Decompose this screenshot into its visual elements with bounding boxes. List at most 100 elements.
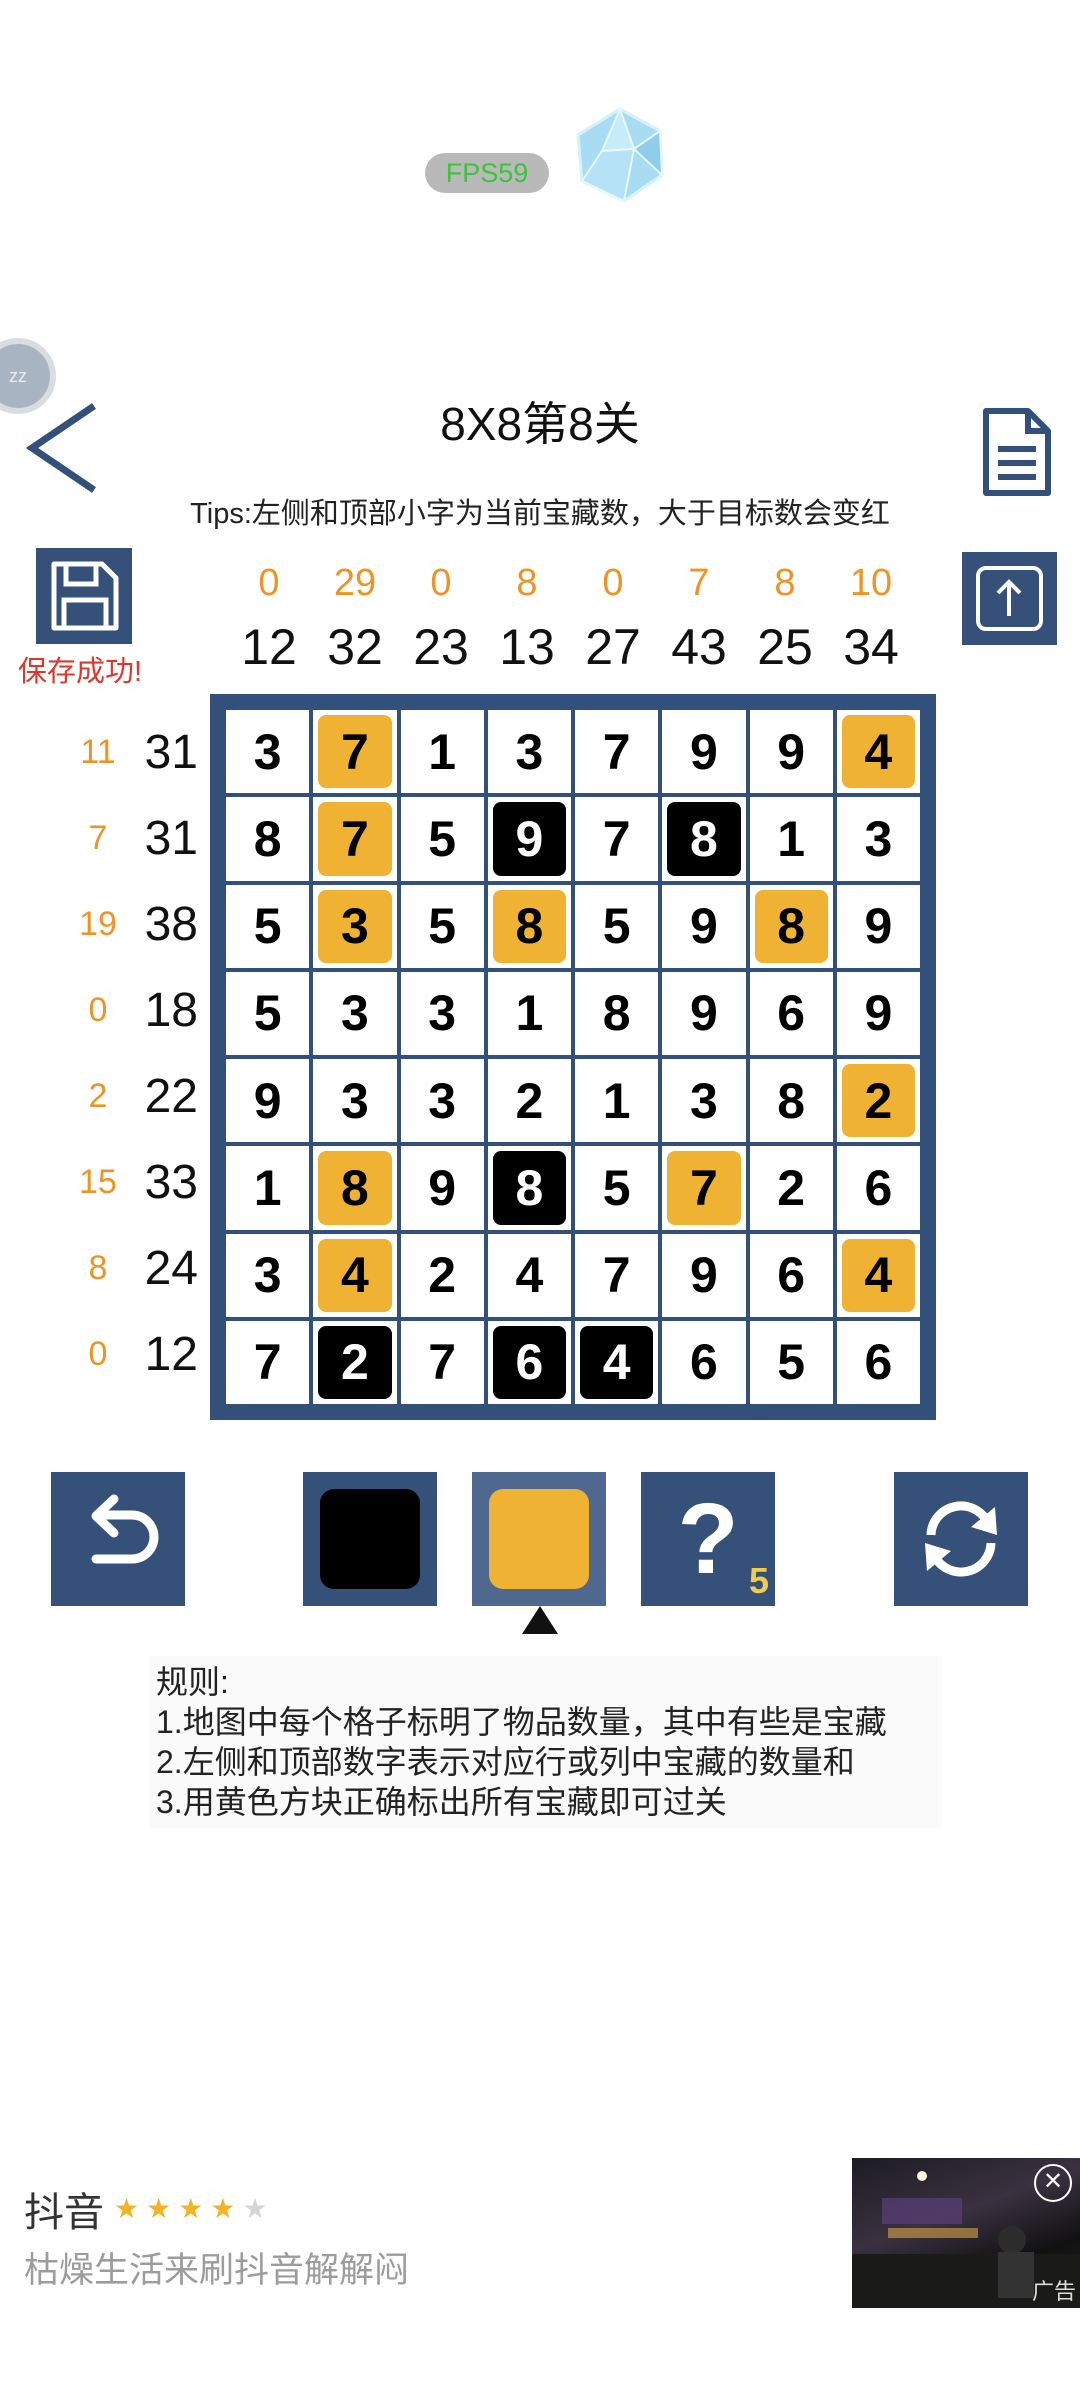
grid-cell[interactable]: 2: [487, 1059, 571, 1143]
treasure-cell[interactable]: 7: [313, 710, 397, 794]
cell-number: 7: [602, 723, 631, 780]
blocked-cell[interactable]: 8: [662, 797, 746, 881]
grid-cell[interactable]: 6: [836, 1320, 920, 1404]
grid-cell[interactable]: 5: [400, 797, 484, 881]
crystal-icon: [572, 105, 668, 205]
cell-number: 4: [864, 723, 893, 780]
column-current-count: 0: [258, 562, 280, 604]
grid-cell[interactable]: 3: [226, 1233, 310, 1317]
treasure-cell[interactable]: 4: [836, 1233, 920, 1317]
grid-cell[interactable]: 5: [575, 884, 659, 968]
grid-cell[interactable]: 9: [662, 710, 746, 794]
grid-cell[interactable]: 9: [836, 971, 920, 1055]
treasure-cell[interactable]: 7: [662, 1146, 746, 1230]
blocked-cell[interactable]: 9: [487, 797, 571, 881]
treasure-cell[interactable]: 2: [836, 1059, 920, 1143]
grid-cell[interactable]: 1: [575, 1059, 659, 1143]
grid-cell[interactable]: 5: [575, 1146, 659, 1230]
grid-cell[interactable]: 3: [487, 710, 571, 794]
grid-cell[interactable]: 9: [662, 971, 746, 1055]
puzzle-board: 3 7 1 3 7 9 9 4 8 7 5 9 7 8 1 3 5 3 5 8 5 9 8 9 5 3 3 1 8 9 6 9 9 3 3 2 1 3 8 2…: [210, 694, 936, 1420]
back-button[interactable]: [24, 398, 104, 498]
grid-cell[interactable]: 3: [313, 1059, 397, 1143]
treasure-cell[interactable]: 8: [487, 884, 571, 968]
treasure-cell[interactable]: 4: [313, 1233, 397, 1317]
treasure-cell[interactable]: 7: [313, 797, 397, 881]
grid-cell[interactable]: 9: [749, 710, 833, 794]
undo-button[interactable]: [51, 1472, 185, 1606]
column-target-sum: 23: [413, 619, 469, 675]
grid-cell[interactable]: 7: [575, 797, 659, 881]
grid-cell[interactable]: 9: [400, 1146, 484, 1230]
cell-number: 3: [340, 1072, 369, 1129]
grid-cell[interactable]: 8: [226, 797, 310, 881]
grid-cell[interactable]: 3: [836, 797, 920, 881]
treasure-cell[interactable]: 8: [313, 1146, 397, 1230]
column-target-sum: 43: [671, 619, 727, 675]
floppy-disk-icon: [51, 561, 119, 631]
row-target-sum: 31: [144, 726, 198, 779]
blocked-cell[interactable]: 2: [313, 1320, 397, 1404]
ad-subtitle[interactable]: 枯燥生活来刷抖音解解闷: [24, 2242, 409, 2293]
grid-cell[interactable]: 6: [662, 1320, 746, 1404]
save-status: 保存成功!: [18, 656, 143, 688]
grid-cell[interactable]: 3: [400, 1059, 484, 1143]
grid-cell[interactable]: 5: [226, 971, 310, 1055]
grid-cell[interactable]: 9: [836, 884, 920, 968]
row-target-sum: 33: [144, 1156, 198, 1209]
grid-cell[interactable]: 7: [575, 710, 659, 794]
ad-title[interactable]: 抖音: [24, 2180, 104, 2238]
cell-number: 2: [864, 1072, 893, 1129]
yellow-mark-tool[interactable]: [472, 1472, 606, 1606]
hint-button[interactable]: ? 5: [641, 1472, 775, 1606]
grid-cell[interactable]: 4: [487, 1233, 571, 1317]
row-target-sum: 38: [144, 898, 198, 951]
blocked-cell[interactable]: 8: [487, 1146, 571, 1230]
grid-cell[interactable]: 1: [226, 1146, 310, 1230]
export-button[interactable]: [962, 552, 1057, 645]
blocked-cell[interactable]: 6: [487, 1320, 571, 1404]
grid-cell[interactable]: 1: [487, 971, 571, 1055]
grid-cell[interactable]: 7: [575, 1233, 659, 1317]
save-button[interactable]: [36, 548, 132, 644]
treasure-cell[interactable]: 8: [749, 884, 833, 968]
grid-cell[interactable]: 6: [749, 1233, 833, 1317]
grid-cell[interactable]: 5: [749, 1320, 833, 1404]
grid-cell[interactable]: 8: [749, 1059, 833, 1143]
grid-cell[interactable]: 3: [226, 710, 310, 794]
grid-cell[interactable]: 5: [226, 884, 310, 968]
cell-number: 3: [340, 985, 369, 1042]
blocked-cell[interactable]: 4: [575, 1320, 659, 1404]
grid-cell[interactable]: 6: [749, 971, 833, 1055]
grid-cell[interactable]: 9: [226, 1059, 310, 1143]
cell-number: 9: [689, 723, 718, 780]
grid-cell[interactable]: 3: [313, 971, 397, 1055]
grid-cell[interactable]: 3: [662, 1059, 746, 1143]
close-icon[interactable]: ✕: [1034, 2164, 1072, 2202]
grid-cell[interactable]: 6: [836, 1146, 920, 1230]
cell-number: 1: [515, 985, 544, 1042]
ad-image[interactable]: ✕ 广告: [852, 2158, 1080, 2308]
treasure-cell[interactable]: 4: [836, 710, 920, 794]
document-button[interactable]: [980, 405, 1054, 499]
treasure-cell[interactable]: 3: [313, 884, 397, 968]
grid-cell[interactable]: 7: [400, 1320, 484, 1404]
black-mark-tool[interactable]: [303, 1472, 437, 1606]
cell-number: 7: [689, 1159, 718, 1216]
grid-cell[interactable]: 5: [400, 884, 484, 968]
star-icon: ★: [146, 2193, 179, 2224]
grid-cell[interactable]: 2: [400, 1233, 484, 1317]
cell-number: 1: [602, 1072, 631, 1129]
grid-cell[interactable]: 7: [226, 1320, 310, 1404]
cell-number: 8: [515, 1159, 544, 1216]
grid-cell[interactable]: 1: [749, 797, 833, 881]
cell-number: 7: [602, 810, 631, 867]
grid-cell[interactable]: 1: [400, 710, 484, 794]
grid-cell[interactable]: 2: [749, 1146, 833, 1230]
restart-button[interactable]: [894, 1472, 1028, 1606]
grid-cell[interactable]: 3: [400, 971, 484, 1055]
grid-cell[interactable]: 8: [575, 971, 659, 1055]
cell-number: 6: [515, 1334, 544, 1391]
grid-cell[interactable]: 9: [662, 884, 746, 968]
grid-cell[interactable]: 9: [662, 1233, 746, 1317]
